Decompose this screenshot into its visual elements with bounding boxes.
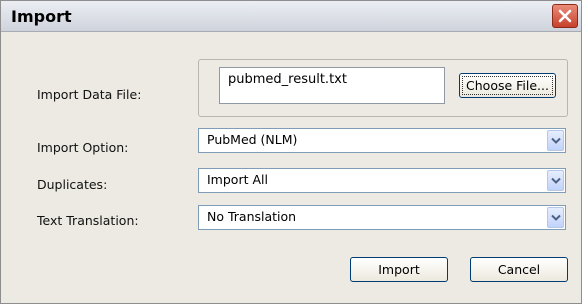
close-button[interactable]: [552, 4, 578, 28]
dialog-title: Import: [11, 7, 72, 26]
chevron-down-icon: [551, 177, 561, 184]
duplicates-value: Import All: [207, 172, 268, 187]
choose-file-button-label: Choose File...: [462, 76, 553, 95]
duplicates-dropdown-button[interactable]: [547, 170, 564, 191]
cancel-button[interactable]: Cancel: [470, 257, 568, 282]
title-bar: Import: [1, 1, 581, 32]
duplicates-select[interactable]: Import All: [198, 168, 566, 193]
chevron-down-icon: [551, 137, 561, 144]
import-option-dropdown-button[interactable]: [547, 130, 564, 151]
close-icon: [558, 9, 572, 23]
import-option-label: Import Option:: [37, 140, 129, 155]
choose-file-button[interactable]: Choose File...: [459, 73, 556, 98]
text-translation-dropdown-button[interactable]: [547, 207, 564, 228]
import-button[interactable]: Import: [350, 257, 448, 282]
import-dialog: Import Import Data File: pubmed_result.t…: [0, 0, 582, 304]
text-translation-label: Text Translation:: [37, 213, 139, 228]
import-option-select[interactable]: PubMed (NLM): [198, 128, 566, 153]
chevron-down-icon: [551, 214, 561, 221]
text-translation-value: No Translation: [207, 209, 297, 224]
import-data-file-label: Import Data File:: [37, 87, 142, 102]
text-translation-select[interactable]: No Translation: [198, 205, 566, 230]
duplicates-label: Duplicates:: [37, 177, 108, 192]
import-option-value: PubMed (NLM): [207, 132, 298, 147]
import-data-file-input[interactable]: pubmed_result.txt: [219, 67, 445, 104]
